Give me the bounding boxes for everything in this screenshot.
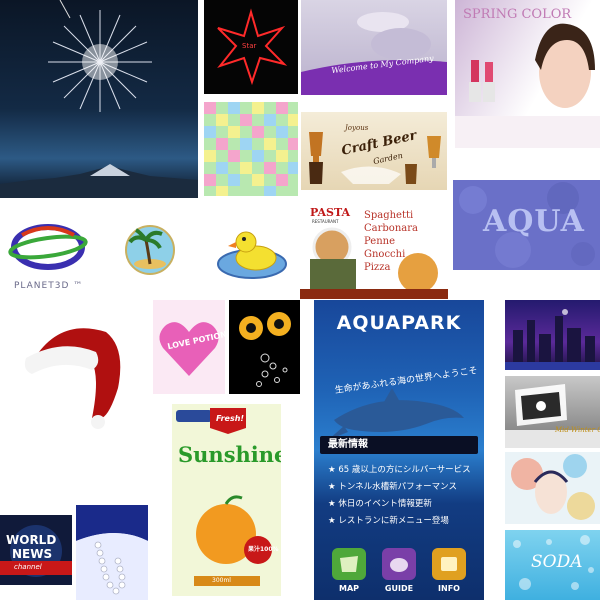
palm-icon xyxy=(125,225,175,275)
winter-scene xyxy=(505,384,600,448)
pasta-item: Carbonara xyxy=(364,223,418,234)
watercolor-face xyxy=(511,454,595,520)
guide-button[interactable] xyxy=(382,548,416,580)
news-list: ★ 65 歳以上の方にシルバーサービス ★ トンネル水槽新パフォーマンス ★ 休… xyxy=(328,462,471,530)
info-button[interactable] xyxy=(432,548,466,580)
guide-button-label: GUIDE xyxy=(384,584,414,593)
pasta-item: Gnocchi xyxy=(364,249,406,260)
sunshine-fresh: Fresh! xyxy=(216,414,245,423)
planet-icon xyxy=(8,224,88,270)
watercolor-face-image[interactable] xyxy=(505,452,600,524)
city-skyline xyxy=(505,309,600,370)
sunshine-juice-image[interactable]: Fresh! Sunshine 果汁100% 300ml xyxy=(172,404,281,596)
sunshine-title: Sunshine xyxy=(178,442,281,467)
pearl-necklace-icon xyxy=(76,505,148,600)
aquapark-app-screen[interactable]: AQUAPARK 生命があふれる海の世界へようこそ 最新情報 ★ 65 歳以上の… xyxy=(314,300,484,600)
santa-hat-icon xyxy=(24,328,121,429)
craft-beer-image[interactable]: Joyous Craft Beer Garden xyxy=(301,112,447,190)
eyes-icon xyxy=(239,312,291,387)
planet3d-label: PLANET3D ™ xyxy=(14,281,84,291)
santa-hat-image[interactable] xyxy=(22,318,130,430)
info-icon xyxy=(441,557,457,571)
map-button-label: MAP xyxy=(338,584,359,593)
pasta-restaurant-image[interactable]: PASTA RESTAURANT Spaghetti Carbonara Pen… xyxy=(300,203,448,299)
neon-star-label: Star xyxy=(242,42,257,50)
neon-star-image[interactable]: Star xyxy=(204,0,298,94)
sunshine-badge: 果汁100% xyxy=(248,546,279,553)
turtle-icon xyxy=(390,558,408,572)
news-heading: 最新情報 xyxy=(320,436,478,454)
spring-color-image[interactable]: SPRING COLOR xyxy=(455,0,600,148)
beer-line1: Joyous xyxy=(345,124,369,132)
info-button-label: INFO xyxy=(438,584,460,593)
company-image[interactable]: Welcome to My Company xyxy=(301,0,447,95)
world-news-logo[interactable]: WORLD NEWS channel xyxy=(0,515,72,585)
fireworks-illustration xyxy=(0,0,198,198)
news-item[interactable]: ★ 65 歳以上の方にシルバーサービス xyxy=(328,462,471,479)
news-item[interactable]: ★ 休日のイベント情報更新 xyxy=(328,496,471,513)
pasta-menu: Spaghetti Carbonara Penne Gnocchi Pizza xyxy=(364,209,448,274)
lipstick-icon xyxy=(455,23,600,148)
aqua-text: AQUA xyxy=(483,204,585,239)
aquapark-title: AQUAPARK xyxy=(336,312,462,334)
aqua-text-image[interactable]: AQUA xyxy=(453,180,600,270)
palm-island-icon[interactable] xyxy=(120,220,180,280)
pasta-item: Pizza xyxy=(364,262,391,273)
night-city-image[interactable] xyxy=(505,300,600,370)
love-heart-image[interactable]: LOVE POTION xyxy=(153,300,225,394)
map-button[interactable] xyxy=(332,548,366,580)
news-line3: channel xyxy=(14,563,42,571)
winter-text: Mid-Winter Greetings! xyxy=(555,426,600,434)
news-item[interactable]: ★ トンネル水槽新パフォーマンス xyxy=(328,479,471,496)
orange-icon xyxy=(176,408,272,586)
soda-bubbles-image[interactable]: SODA xyxy=(505,530,600,600)
mosaic-pattern xyxy=(204,102,298,196)
news-line1: WORLD xyxy=(6,533,57,547)
sunshine-volume: 300ml xyxy=(212,577,231,584)
news-line2: NEWS xyxy=(12,547,53,561)
soda-text: SODA xyxy=(531,552,583,572)
planet3d-logo[interactable]: PLANET3D ™ xyxy=(0,215,100,300)
winter-greetings-image[interactable]: Mid-Winter Greetings! xyxy=(505,376,600,448)
glowing-eyes-image[interactable] xyxy=(229,300,300,394)
duck-icon xyxy=(217,231,287,279)
pasta-item: Spaghetti xyxy=(364,210,414,221)
rubber-duck-icon[interactable] xyxy=(214,220,290,282)
pearl-necklace-image[interactable] xyxy=(76,505,148,600)
heart-icon xyxy=(159,322,219,376)
mosaic-pattern-image[interactable] xyxy=(204,102,298,196)
map-icon xyxy=(340,556,358,572)
news-item[interactable]: ★ レストランに新メニュー登場 xyxy=(328,513,471,530)
pasta-item: Penne xyxy=(364,236,395,247)
fireworks-image[interactable] xyxy=(0,0,198,198)
face-icon xyxy=(301,12,447,95)
